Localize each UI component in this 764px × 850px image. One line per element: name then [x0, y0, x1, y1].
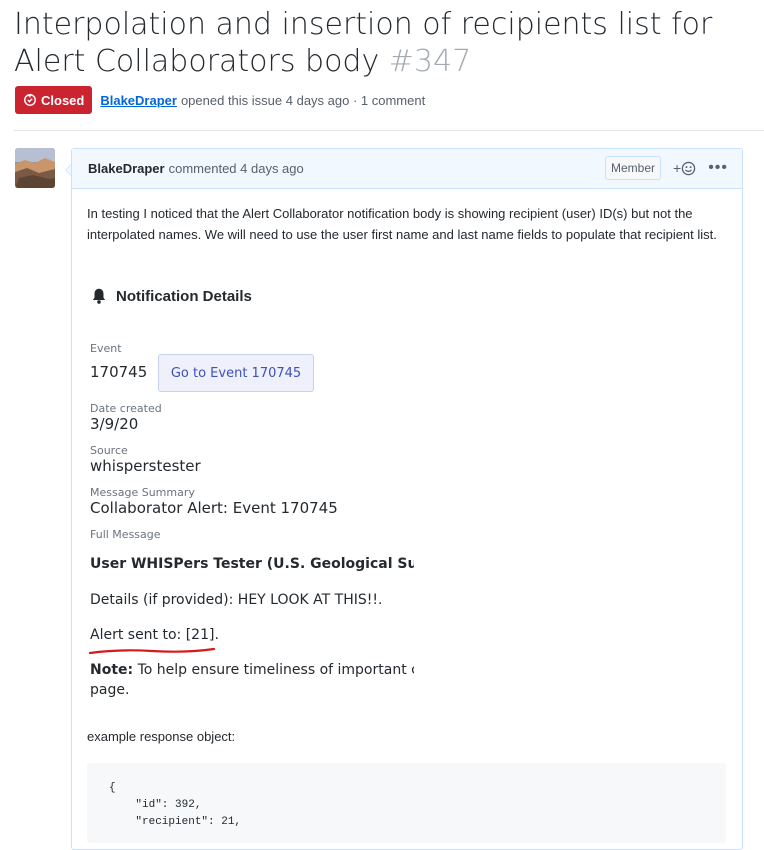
date-label: Date created: [90, 402, 162, 415]
source-value: whisperstester: [90, 457, 201, 475]
red-underline-annotation: [88, 647, 216, 655]
add-reaction-plus: +: [673, 160, 682, 176]
notification-heading-text: Notification Details: [116, 287, 252, 305]
member-badge: Member: [604, 156, 661, 180]
comment-header: BlakeDraper commented 4 days ago Member …: [72, 149, 742, 189]
comment-body-text: In testing I noticed that the Alert Coll…: [87, 206, 717, 242]
full-message-note-line-2: page.: [90, 682, 130, 698]
code-block: { "id": 392, "recipient": 21,: [87, 763, 726, 843]
add-reaction-button[interactable]: +: [673, 160, 696, 176]
note-bold: Note:: [90, 662, 134, 678]
source-label: Source: [90, 444, 128, 457]
date-value: 3/9/20: [90, 415, 139, 433]
summary-label: Message Summary: [90, 486, 195, 499]
issue-title: Interpolation and insertion of recipient…: [14, 6, 754, 80]
status-badge: Closed: [15, 86, 93, 114]
code-line: "recipient": 21,: [109, 816, 242, 828]
full-message-line-2: Details (if provided): HEY LOOK AT THIS!…: [90, 592, 383, 608]
code-line: {: [109, 782, 116, 794]
comment-author-link[interactable]: BlakeDraper: [88, 161, 165, 176]
comment-time[interactable]: commented 4 days ago: [169, 161, 304, 176]
event-label: Event: [90, 342, 122, 355]
header-divider: [14, 130, 764, 131]
avatar[interactable]: [15, 148, 55, 188]
status-label: Closed: [41, 92, 85, 108]
bell-icon: [92, 288, 106, 304]
full-message-label: Full Message: [90, 528, 161, 541]
avatar-image: [15, 148, 55, 188]
closed-issue-icon: [24, 93, 36, 106]
issue-meta: Closed BlakeDraper opened this issue 4 d…: [15, 86, 425, 114]
smiley-icon: [681, 161, 696, 175]
example-label: example response object:: [87, 729, 236, 744]
issue-title-text: Interpolation and insertion of recipient…: [14, 7, 713, 79]
full-message-note: Note: To help ensure timeliness of impor…: [90, 662, 414, 678]
code-line: "id": 392,: [109, 799, 202, 811]
full-message-line-1: User WHISPers Tester (U.S. Geological Su…: [90, 556, 414, 572]
summary-value: Collaborator Alert: Event 170745: [90, 499, 338, 517]
more-options-button[interactable]: •••: [708, 160, 728, 176]
go-to-event-button[interactable]: Go to Event 170745: [158, 354, 314, 392]
issue-opened-text: opened this issue 4 days ago · 1 comment: [180, 92, 426, 108]
comment-actions: Member + •••: [604, 156, 728, 180]
notification-heading: Notification Details: [90, 287, 252, 305]
event-value: 170745: [90, 363, 148, 381]
full-message-line-3: Alert sent to: [21].: [90, 627, 219, 643]
issue-author-link[interactable]: BlakeDraper: [100, 93, 177, 108]
note-text: To help ensure timeliness of important c…: [133, 662, 414, 678]
issue-number: #347: [388, 44, 472, 79]
